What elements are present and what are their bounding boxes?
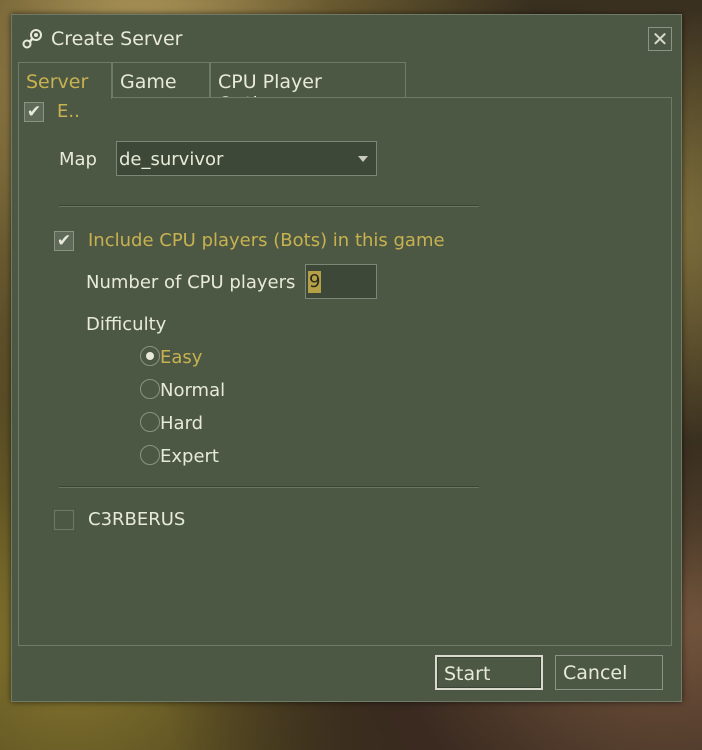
tab-server-label: Server: [26, 71, 89, 93]
cerberus-checkbox[interactable]: [54, 510, 74, 530]
map-dropdown-value: de_survivor: [119, 149, 224, 170]
difficulty-easy-radio[interactable]: [140, 346, 160, 366]
close-button[interactable]: ✕: [648, 27, 672, 51]
map-label: Map: [59, 149, 97, 170]
server-tab-panel: [18, 97, 672, 646]
tab-game[interactable]: Game: [112, 62, 210, 98]
difficulty-expert-label[interactable]: Expert: [160, 446, 219, 467]
include-bots-label[interactable]: Include CPU players (Bots) in this game: [88, 230, 445, 251]
bot-count-value: 9: [308, 271, 322, 293]
window-title: Create Server: [51, 28, 183, 50]
enable-checkbox[interactable]: ✔: [24, 102, 44, 122]
chevron-down-icon[interactable]: [358, 156, 368, 162]
include-bots-checkbox[interactable]: ✔: [54, 231, 74, 251]
start-button[interactable]: Start: [435, 655, 543, 690]
map-dropdown[interactable]: de_survivor: [116, 141, 377, 176]
tab-server[interactable]: Server: [18, 62, 112, 99]
difficulty-normal-label[interactable]: Normal: [160, 380, 225, 401]
bot-count-input[interactable]: 9: [305, 264, 377, 299]
cerberus-label[interactable]: C3RBERUS: [88, 509, 185, 530]
steam-icon: [22, 29, 42, 49]
tab-cpu-player-options[interactable]: CPU Player Options: [210, 62, 406, 115]
create-server-dialog: Create Server ✕ Server Game CPU Player O…: [11, 14, 682, 702]
tab-game-label: Game: [120, 71, 177, 93]
section-divider: [59, 486, 479, 488]
difficulty-hard-label[interactable]: Hard: [160, 413, 203, 434]
difficulty-easy-label[interactable]: Easy: [160, 347, 202, 368]
section-divider: [59, 205, 479, 207]
difficulty-expert-radio[interactable]: [140, 445, 160, 465]
cancel-button[interactable]: Cancel: [555, 655, 663, 690]
title-bar[interactable]: Create Server ✕: [12, 15, 681, 63]
difficulty-hard-radio[interactable]: [140, 412, 160, 432]
difficulty-label: Difficulty: [86, 314, 167, 335]
enable-checkbox-label[interactable]: E..: [57, 101, 80, 122]
bot-count-label: Number of CPU players: [86, 272, 296, 293]
difficulty-normal-radio[interactable]: [140, 379, 160, 399]
